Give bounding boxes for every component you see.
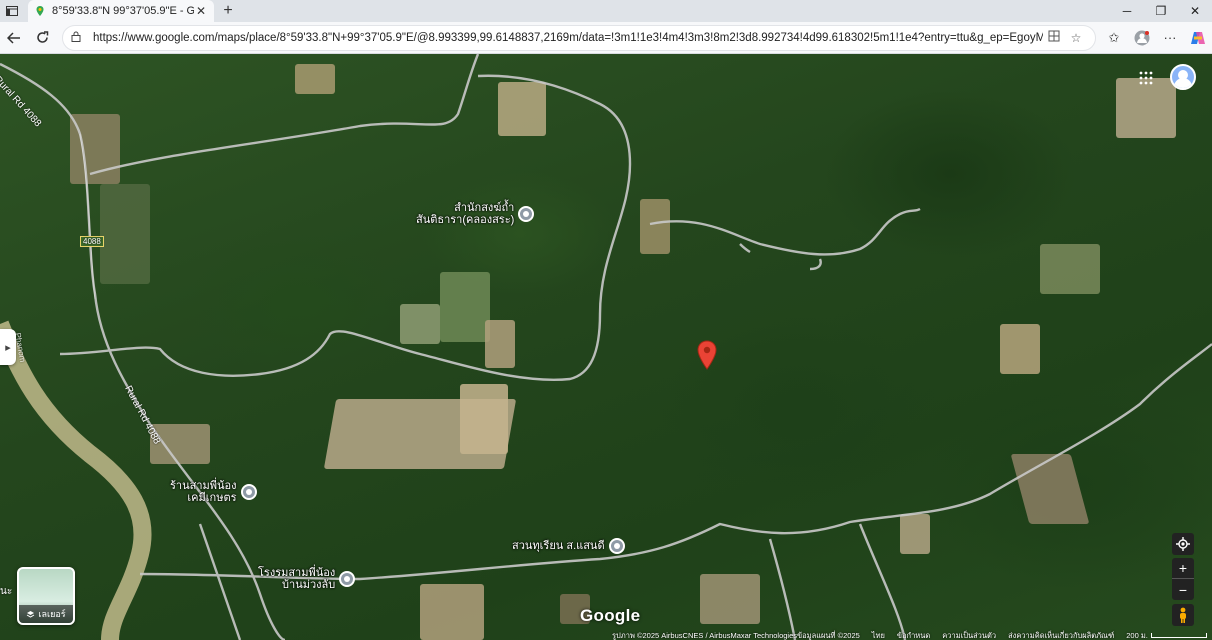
crosshair-icon (1176, 537, 1190, 551)
terms-link[interactable]: ข้อกำหนด (897, 630, 930, 640)
zoom-out-button[interactable]: − (1172, 579, 1194, 600)
maximize-button[interactable]: ❐ (1144, 0, 1178, 22)
window-controls: ─ ❐ ✕ (1110, 0, 1212, 22)
google-maps-icon (36, 6, 44, 16)
location-pin-icon (240, 484, 257, 500)
layers-button[interactable]: เลเยอร์ (17, 567, 75, 625)
browser-toolbar: ✩ ··· (1100, 24, 1212, 52)
temple-icon (518, 206, 535, 222)
zoom-controls: + − (1172, 558, 1194, 600)
place-marker-durian-orchard[interactable]: สวนทุเรียน ส.แสนดี (512, 538, 625, 554)
place-label: สำนักสงฆ์ถ้ำ สันติธารา(คลองสระ) (416, 202, 515, 226)
expand-side-panel-button[interactable]: ▸ (0, 329, 16, 365)
address-bar[interactable]: https://www.google.com/maps/place/8°59'3… (62, 24, 1096, 51)
google-apps-icon[interactable] (1136, 68, 1156, 88)
layers-icon (27, 610, 35, 618)
close-window-button[interactable]: ✕ (1178, 0, 1212, 22)
more-menu-icon[interactable]: ··· (1156, 24, 1184, 52)
scale-bar[interactable]: 200 ม. (1126, 630, 1207, 640)
privacy-link[interactable]: ความเป็นส่วนตัว (942, 630, 996, 640)
account-avatar[interactable] (1170, 64, 1196, 90)
zoom-in-button[interactable]: + (1172, 558, 1194, 579)
road-shield: 4088 (80, 236, 104, 247)
app-available-icon[interactable] (1043, 30, 1065, 45)
cut-off-label: นะ (0, 586, 13, 597)
imagery-attribution: รูปภาพ ©2025 AirbusCNES / AirbusMaxar Te… (612, 630, 860, 640)
lock-icon[interactable] (71, 31, 87, 45)
tab-active[interactable]: 8°59'33.8"N 99°37'05.9"E - Googl ✕ (28, 0, 214, 22)
navigation-bar: https://www.google.com/maps/place/8°59'3… (0, 22, 1212, 54)
tab-bar: 8°59'33.8"N 99°37'05.9"E - Googl ✕ + ─ ❐… (0, 0, 1212, 22)
place-label: โรงรมสามพี่น้อง บ้านม่วงลับ (258, 567, 336, 591)
location-pin-icon (339, 571, 356, 587)
favorites-icon[interactable]: ✩ (1100, 24, 1128, 52)
street-view-pegman-icon[interactable] (1172, 604, 1194, 626)
sidebar-toggle-icon[interactable] (0, 0, 24, 22)
profile-icon[interactable] (1128, 24, 1156, 52)
place-marker-smokehouse[interactable]: โรงรมสามพี่น้อง บ้านม่วงลับ (258, 567, 356, 591)
place-marker-temple[interactable]: สำนักสงฆ์ถ้ำ สันติธารา(คลองสระ) (416, 202, 535, 226)
my-location-button[interactable] (1172, 533, 1194, 555)
tab-close-icon[interactable]: ✕ (194, 4, 208, 18)
place-label: ร้านสามพี่น้อง เคมีเกษตร (170, 480, 237, 504)
language-link[interactable]: ไทย (872, 630, 885, 640)
new-tab-button[interactable]: + (214, 0, 242, 22)
back-icon[interactable] (0, 24, 28, 52)
place-marker-shop[interactable]: ร้านสามพี่น้อง เคมีเกษตร (170, 480, 257, 504)
location-pin-icon (608, 538, 625, 554)
tab-title: 8°59'33.8"N 99°37'05.9"E - Googl (52, 5, 194, 17)
dropped-pin-icon[interactable] (696, 340, 718, 370)
layers-label: เลเยอร์ (19, 605, 73, 623)
map-footer: รูปภาพ ©2025 AirbusCNES / AirbusMaxar Te… (612, 631, 1212, 640)
copilot-icon[interactable] (1184, 24, 1212, 52)
feedback-link[interactable]: ส่งความคิดเห็นเกี่ยวกับผลิตภัณฑ์ (1008, 630, 1114, 640)
reload-icon[interactable] (28, 24, 56, 52)
minimize-button[interactable]: ─ (1110, 0, 1144, 22)
google-logo: Google (580, 606, 641, 625)
favorite-star-icon[interactable]: ☆ (1065, 31, 1087, 45)
url-text[interactable]: https://www.google.com/maps/place/8°59'3… (93, 32, 1043, 44)
map-canvas[interactable]: Rural Rd 4088 Rural Rd 4088 4088 Phanom … (0, 54, 1212, 640)
place-label: สวนทุเรียน ส.แสนดี (512, 540, 605, 552)
browser-window: 8°59'33.8"N 99°37'05.9"E - Googl ✕ + ─ ❐… (0, 0, 1212, 640)
